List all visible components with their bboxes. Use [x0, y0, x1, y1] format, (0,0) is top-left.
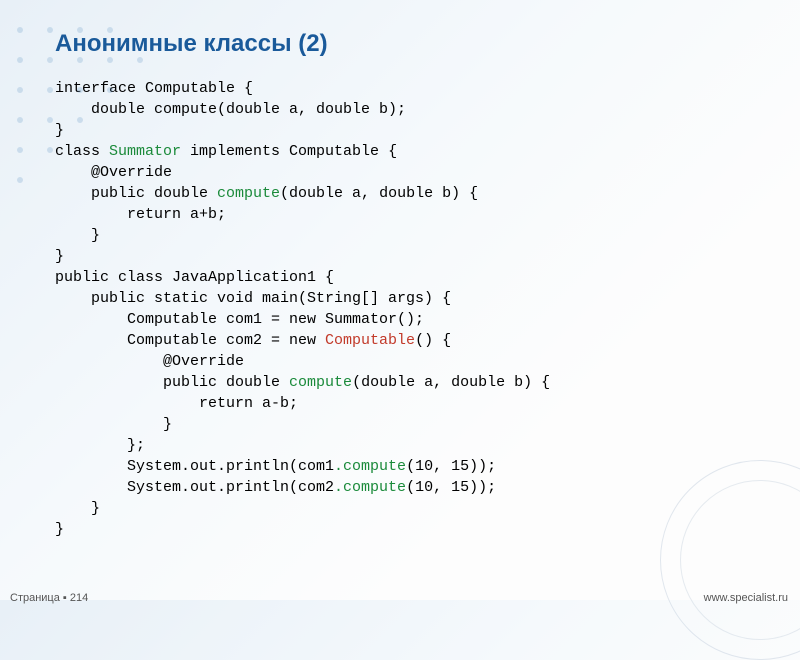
code-line: } — [55, 500, 100, 517]
code-method: compute — [289, 374, 352, 391]
code-line: interface Computable { — [55, 80, 253, 97]
code-line: return a-b; — [55, 395, 298, 412]
code-line: public double — [55, 185, 217, 202]
code-line: }; — [55, 437, 145, 454]
code-line: double compute(double a, double b); — [55, 101, 406, 118]
page-label: Страница — [10, 592, 60, 604]
code-line: (10, 15)); — [406, 458, 496, 475]
footer-url: www.specialist.ru — [704, 592, 788, 604]
code-line: implements Computable { — [181, 143, 397, 160]
code-line: System.out.println(com2 — [55, 479, 334, 496]
code-line: public static void main(String[] args) { — [55, 290, 451, 307]
code-method: compute — [217, 185, 280, 202]
page-separator: ▪ — [60, 592, 70, 604]
code-line: Computable com1 = new Summator(); — [55, 311, 424, 328]
code-method-call: .compute — [334, 458, 406, 475]
code-line: Computable com2 = new — [55, 332, 325, 349]
code-line: (double a, double b) { — [280, 185, 478, 202]
slide-title: Анонимные классы (2) — [0, 0, 800, 78]
code-classname: Computable — [325, 332, 415, 349]
page-number: 214 — [70, 592, 88, 604]
page-indicator: Страница ▪ 214 — [10, 592, 88, 604]
code-line: class — [55, 143, 109, 160]
code-line: } — [55, 122, 64, 139]
code-block: interface Computable { double compute(do… — [0, 78, 800, 540]
code-line: System.out.println(com1 — [55, 458, 334, 475]
code-line: (10, 15)); — [406, 479, 496, 496]
code-line: public class JavaApplication1 { — [55, 269, 334, 286]
code-line: public double — [55, 374, 289, 391]
code-line: } — [55, 416, 172, 433]
code-line: () { — [415, 332, 451, 349]
code-classname: Summator — [109, 143, 181, 160]
code-line: (double a, double b) { — [352, 374, 550, 391]
code-line: @Override — [55, 353, 244, 370]
code-line: } — [55, 248, 64, 265]
code-line: } — [55, 521, 64, 538]
code-method-call: .compute — [334, 479, 406, 496]
code-line: } — [55, 227, 100, 244]
code-line: @Override — [55, 164, 172, 181]
code-line: return a+b; — [55, 206, 226, 223]
